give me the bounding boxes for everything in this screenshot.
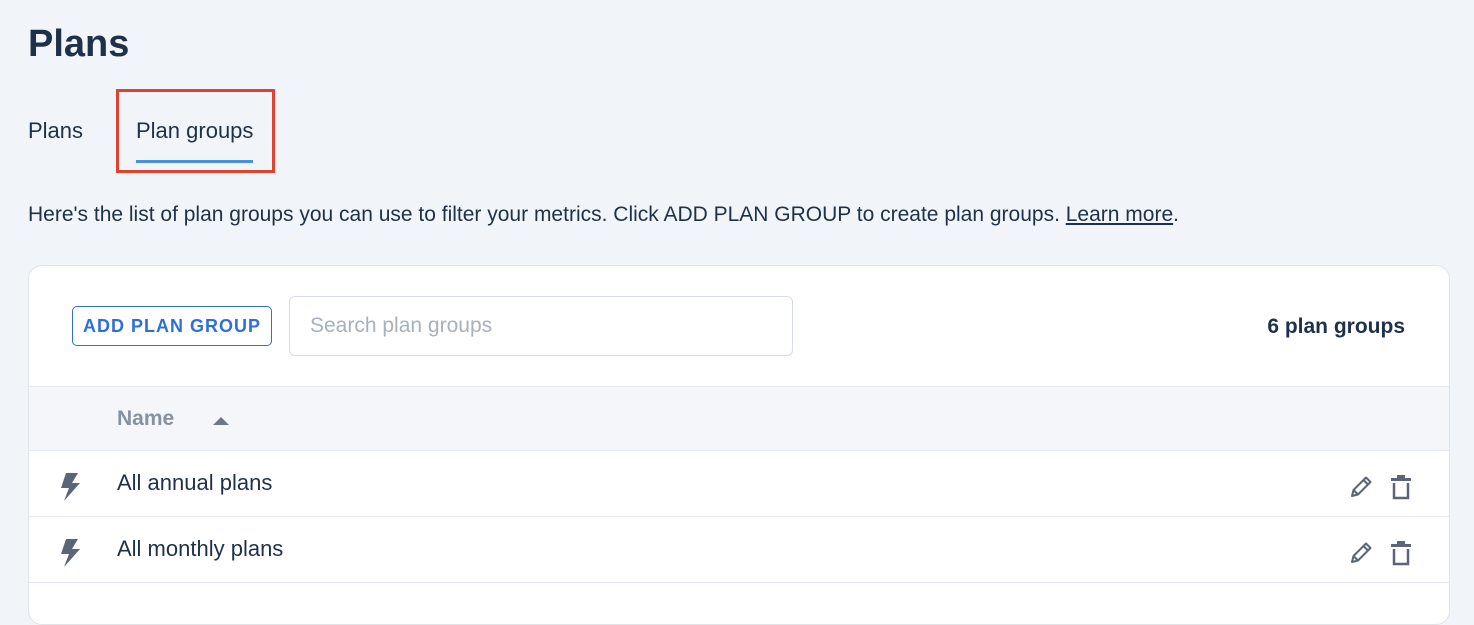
tab-plans[interactable]: Plans bbox=[28, 114, 83, 148]
description-text: Here's the list of plan groups you can u… bbox=[28, 203, 1066, 226]
bolt-icon bbox=[61, 539, 80, 567]
page-title: Plans bbox=[28, 23, 130, 65]
learn-more-link[interactable]: Learn more bbox=[1066, 203, 1173, 226]
pencil-icon[interactable] bbox=[1347, 539, 1375, 567]
active-tab-indicator bbox=[136, 160, 254, 163]
plan-groups-card: ADD PLAN GROUP 6 plan groups Name All an… bbox=[28, 265, 1450, 625]
table-row[interactable]: All monthly plans bbox=[29, 517, 1449, 583]
column-header-name[interactable]: Name bbox=[117, 404, 174, 434]
plan-group-count: 6 plan groups bbox=[1267, 315, 1405, 338]
search-input[interactable] bbox=[289, 296, 793, 356]
plan-group-name[interactable]: All monthly plans bbox=[117, 534, 283, 564]
tab-plan-groups[interactable]: Plan groups bbox=[136, 114, 254, 163]
pencil-icon[interactable] bbox=[1347, 473, 1375, 501]
table-header: Name bbox=[29, 386, 1449, 451]
table-row[interactable]: All annual plans bbox=[29, 451, 1449, 517]
page-description: Here's the list of plan groups you can u… bbox=[28, 200, 1179, 230]
add-plan-group-button[interactable]: ADD PLAN GROUP bbox=[72, 306, 272, 346]
bolt-icon bbox=[61, 473, 80, 501]
tab-plan-groups-label: Plan groups bbox=[136, 118, 254, 143]
trash-icon[interactable] bbox=[1389, 539, 1413, 567]
sort-ascending-icon[interactable] bbox=[213, 417, 229, 425]
description-suffix: . bbox=[1173, 203, 1179, 226]
trash-icon[interactable] bbox=[1389, 473, 1413, 501]
plan-group-name[interactable]: All annual plans bbox=[117, 468, 272, 498]
